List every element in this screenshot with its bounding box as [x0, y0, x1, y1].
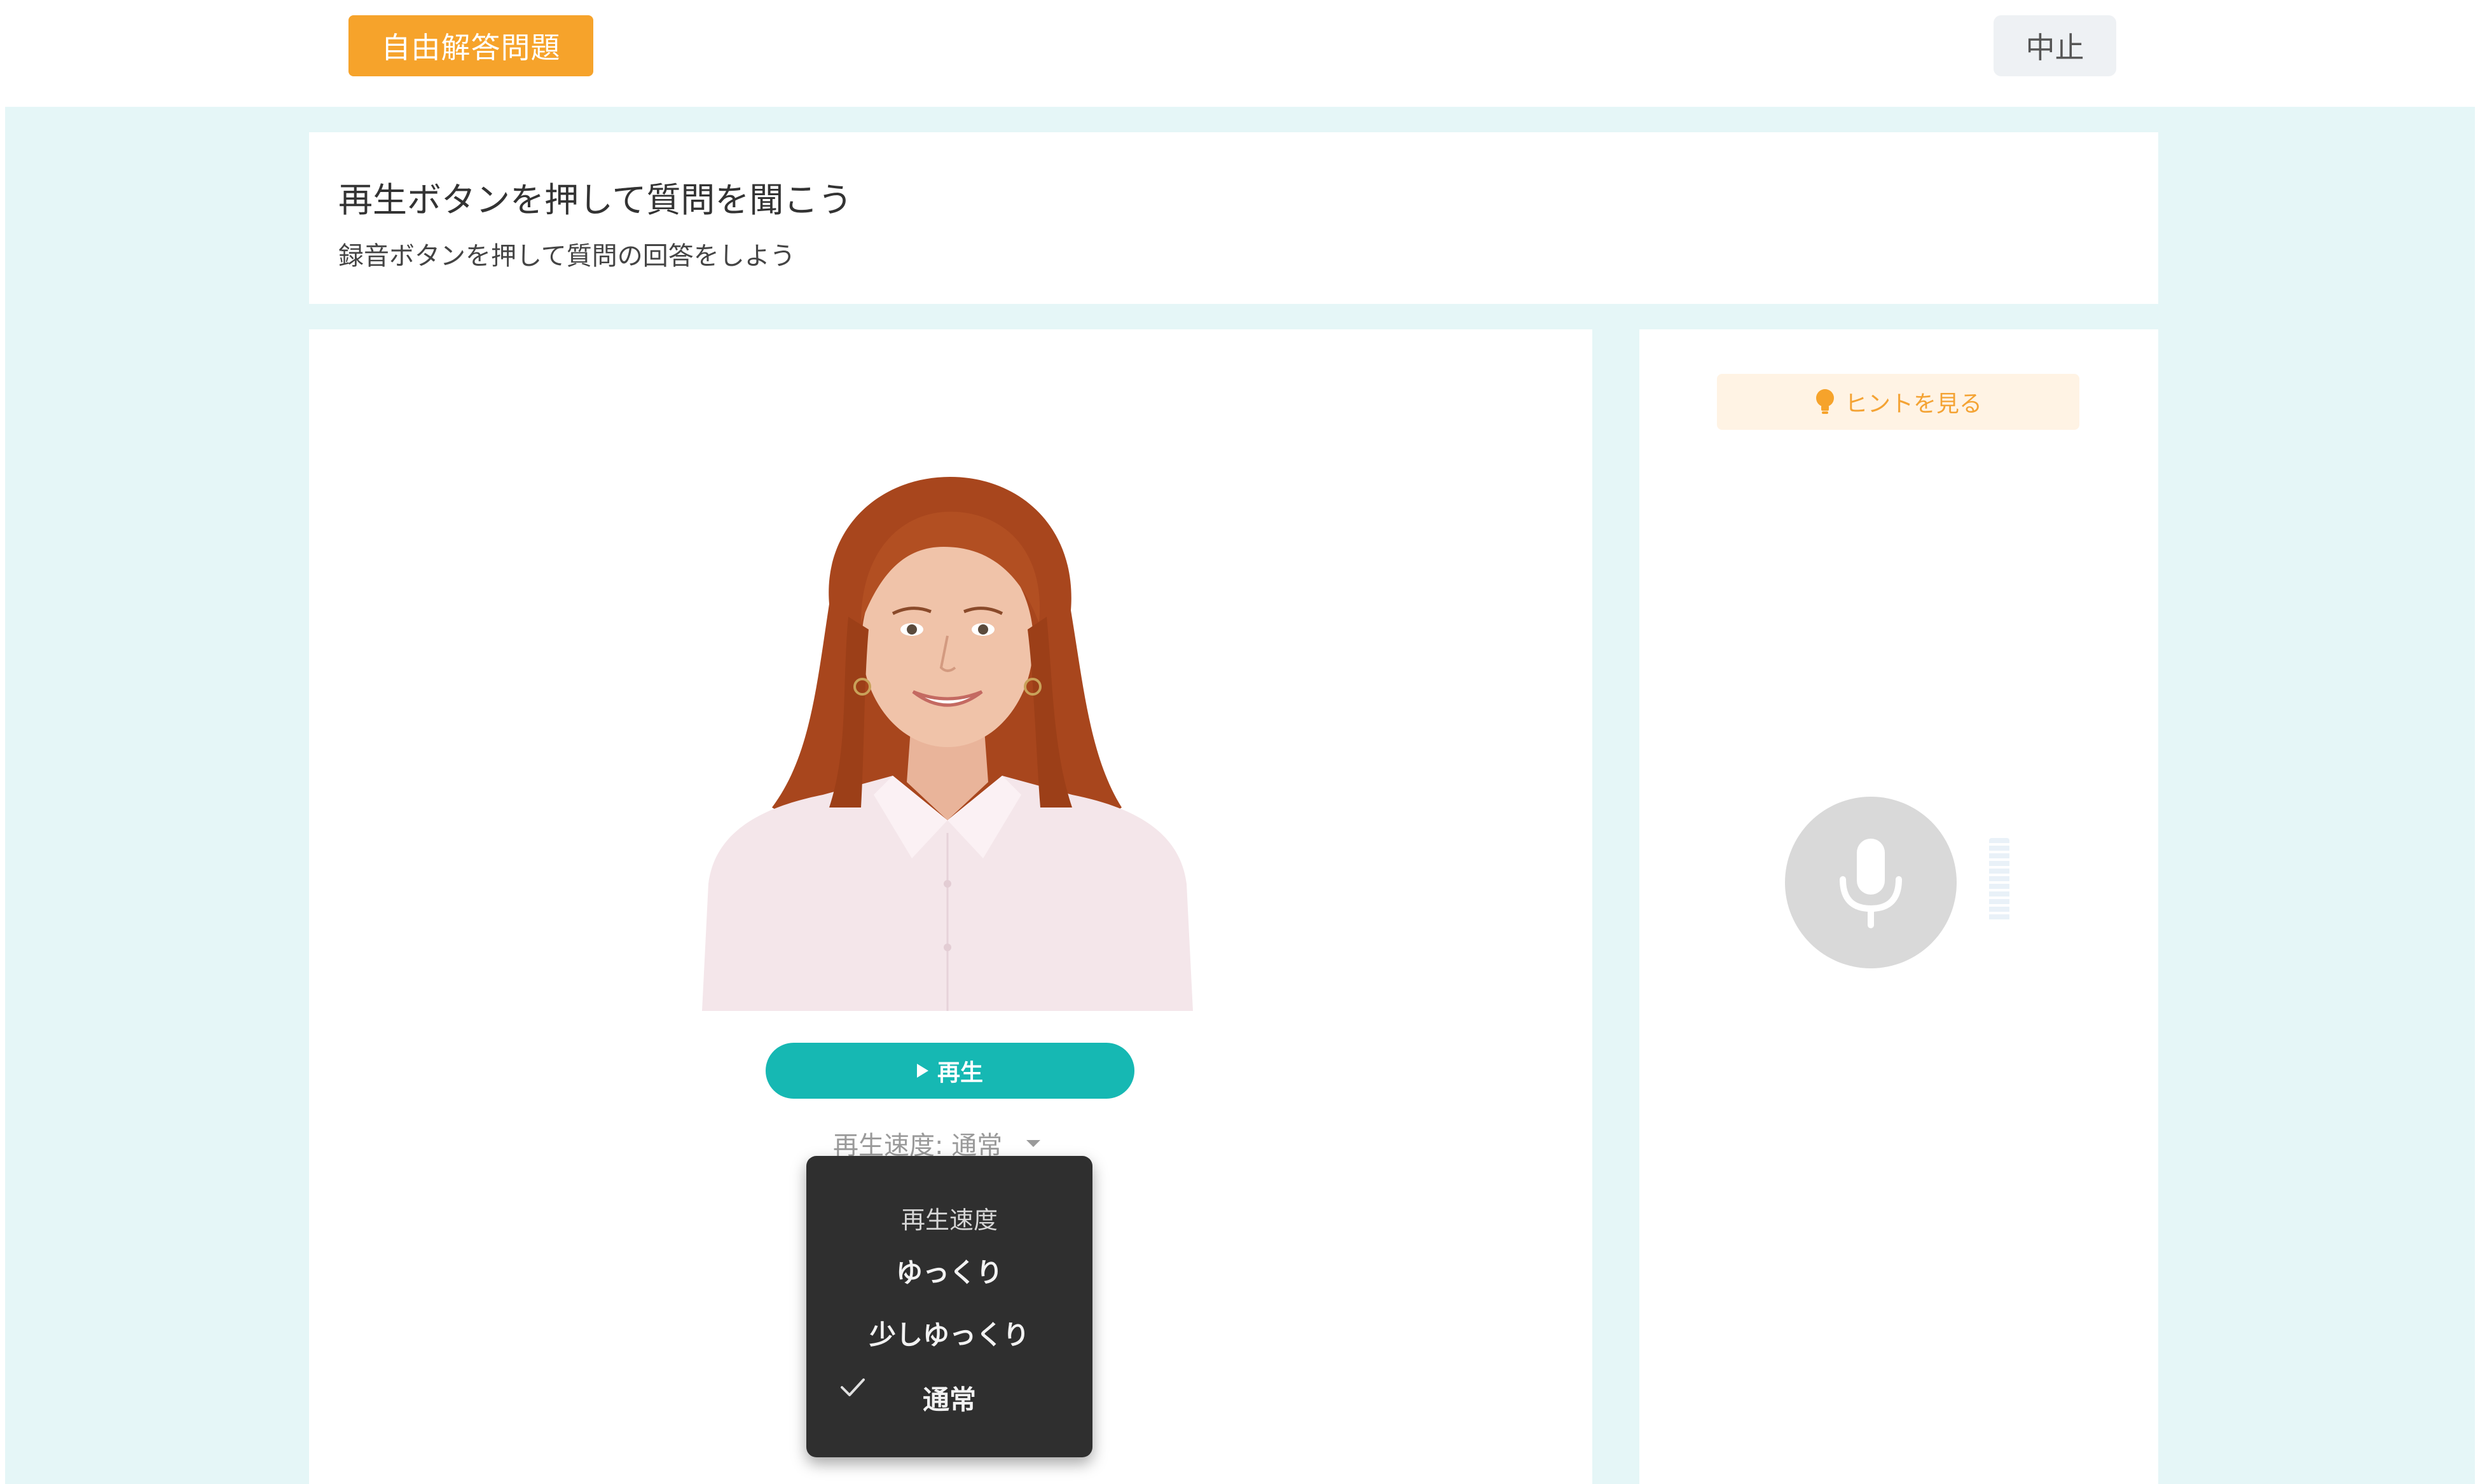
microphone-icon: [1840, 839, 1902, 928]
stop-button[interactable]: 中止: [1994, 15, 2116, 76]
playback-speed-menu: 再生速度 ゆっくり 少しゆっくり 通常: [806, 1156, 1092, 1457]
speed-option-slow[interactable]: ゆっくり: [806, 1251, 1092, 1290]
instruction-title: 再生ボタンを押して質問を聞こう: [338, 180, 853, 220]
play-button[interactable]: 再生: [766, 1043, 1134, 1099]
audio-level-meter: [1989, 838, 2009, 922]
chevron-down-icon: [1026, 1139, 1041, 1147]
speed-option-slightly-slow[interactable]: 少しゆっくり: [806, 1314, 1092, 1352]
play-button-label: 再生: [937, 1059, 983, 1085]
check-icon: [841, 1378, 865, 1396]
speed-menu-header: 再生速度: [900, 1206, 998, 1234]
instruction-subtitle: 録音ボタンを押して質問の回答をしよう: [338, 242, 796, 271]
play-icon: [916, 1064, 928, 1078]
lightbulb-icon: [1815, 389, 1834, 414]
record-button[interactable]: [1785, 797, 1957, 968]
question-type-badge: 自由解答問題: [348, 15, 593, 76]
instructions-card: 再生ボタンを押して質問を聞こう 録音ボタンを押して質問の回答をしよう: [309, 132, 2158, 304]
show-hint-button[interactable]: ヒントを見る: [1717, 374, 2079, 430]
show-hint-label: ヒントを見る: [1844, 390, 1982, 416]
avatar-image: [702, 477, 1193, 1011]
